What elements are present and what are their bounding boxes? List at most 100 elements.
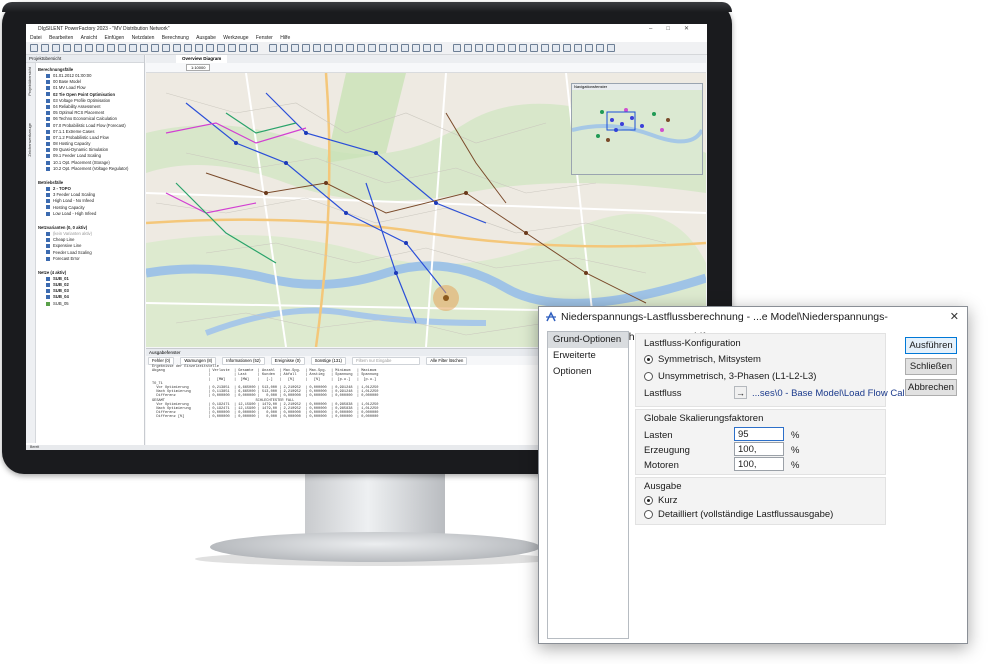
toolbar-icon[interactable]: [206, 44, 214, 52]
menu-item[interactable]: Netzdaten: [132, 35, 155, 41]
cancel-button[interactable]: Abbrechen: [905, 379, 957, 396]
toolbar-icon[interactable]: [475, 44, 483, 52]
toolbar-icon[interactable]: [585, 44, 593, 52]
toolbar-icon[interactable]: [52, 44, 60, 52]
toolbar-icon[interactable]: [335, 44, 343, 52]
toolbar-icon[interactable]: [453, 44, 461, 52]
tree-item-icon: [46, 86, 50, 91]
toolbar-icon[interactable]: [173, 44, 181, 52]
toolbar-icon[interactable]: [74, 44, 82, 52]
toolbar-icon[interactable]: [357, 44, 365, 52]
toolbar-icon[interactable]: [508, 44, 516, 52]
toolbar-icon[interactable]: [368, 44, 376, 52]
motors-scaling-input[interactable]: 100,: [734, 457, 784, 471]
toolbar-icon[interactable]: [324, 44, 332, 52]
filter-other[interactable]: Sonstige (131): [310, 357, 346, 365]
vtab-project[interactable]: Projektübersicht: [27, 67, 34, 96]
menu-item[interactable]: Hilfe: [280, 35, 290, 41]
filter-warnings[interactable]: Warnungen (8): [180, 357, 217, 365]
toolbar-icon[interactable]: [41, 44, 49, 52]
toolbar-icon[interactable]: [530, 44, 538, 52]
toolbar-icon[interactable]: [302, 44, 310, 52]
radio-short-label[interactable]: Kurz: [658, 495, 678, 506]
toolbar-icon[interactable]: [239, 44, 247, 52]
lastfluss-select-button[interactable]: →: [734, 386, 747, 399]
menu-item[interactable]: Datei: [30, 35, 42, 41]
toolbar-icon[interactable]: [346, 44, 354, 52]
toolbar-icon[interactable]: [250, 44, 258, 52]
radio-short[interactable]: [644, 496, 653, 505]
loads-scaling-input[interactable]: 95: [734, 427, 784, 441]
filter-input[interactable]: Filtern nur Eingabe: [352, 357, 421, 365]
toolbar-icon[interactable]: [269, 44, 277, 52]
radio-symmetric-label[interactable]: Symmetrisch, Mitsystem: [658, 354, 761, 365]
menu-item[interactable]: Einfügen: [104, 35, 124, 41]
monitor-neck: [305, 474, 445, 536]
toolbar-icon[interactable]: [519, 44, 527, 52]
menu-item[interactable]: Berechnung: [162, 35, 189, 41]
toolbar-icon[interactable]: [596, 44, 604, 52]
toolbar-icon[interactable]: [541, 44, 549, 52]
tree-item[interactable]: 10.2 Opt. Placement (Voltage Regulator): [38, 166, 142, 172]
menu-item[interactable]: Fenster: [256, 35, 273, 41]
radio-unsymmetric-label[interactable]: Unsymmetrisch, 3-Phasen (L1-L2-L3): [658, 371, 816, 382]
toolbar-icon[interactable]: [497, 44, 505, 52]
status-left: Bereit: [30, 445, 40, 449]
tree-item[interactable]: Low Load - High Infeed: [38, 211, 142, 217]
toolbar-icon[interactable]: [140, 44, 148, 52]
tree-item[interactable]: Forecast Error: [38, 256, 142, 262]
radio-symmetric[interactable]: [644, 355, 653, 364]
navigation-window[interactable]: Navigationsfenster: [571, 83, 704, 175]
close-button[interactable]: Schließen: [905, 358, 957, 375]
toolbar-icon[interactable]: [118, 44, 126, 52]
toolbar-icon[interactable]: [607, 44, 615, 52]
toolbar-icon[interactable]: [423, 44, 431, 52]
toolbar-icon[interactable]: [129, 44, 137, 52]
toolbar-icon[interactable]: [195, 44, 203, 52]
toolbar-icon[interactable]: [563, 44, 571, 52]
window-controls[interactable]: –□✕: [649, 24, 703, 34]
toolbar-icon[interactable]: [107, 44, 115, 52]
toolbar-icon[interactable]: [217, 44, 225, 52]
toolbar-icon[interactable]: [401, 44, 409, 52]
radio-detailed-label[interactable]: Detailliert (vollständige Lastflussausga…: [658, 509, 833, 520]
clear-filters-button[interactable]: Alle Filter löschen: [426, 357, 468, 365]
toolbar-icon[interactable]: [412, 44, 420, 52]
toolbar-icon[interactable]: [434, 44, 442, 52]
toolbar-icon[interactable]: [280, 44, 288, 52]
filter-info[interactable]: Informationen (52): [222, 357, 265, 365]
menu-item[interactable]: Werkzeuge: [223, 35, 248, 41]
toolbar-icon[interactable]: [85, 44, 93, 52]
toolbar-icon[interactable]: [464, 44, 472, 52]
toolbar-icon[interactable]: [379, 44, 387, 52]
toolbar-icon[interactable]: [390, 44, 398, 52]
menu-item[interactable]: Ausgabe: [196, 35, 216, 41]
close-icon[interactable]: ✕: [950, 307, 959, 327]
radio-detailed[interactable]: [644, 510, 653, 519]
nav-basic-options[interactable]: Grund-Optionen: [548, 332, 628, 348]
tree-item[interactable]: SUB_05: [38, 301, 142, 307]
toolbar-icon[interactable]: [552, 44, 560, 52]
toolbar-icon[interactable]: [291, 44, 299, 52]
menu-item[interactable]: Ansicht: [81, 35, 97, 41]
zoom-select[interactable]: 1:10000: [186, 64, 211, 71]
vtab-drawing-tools[interactable]: Zeichenwerkzeuge: [27, 123, 34, 157]
toolbar-icon[interactable]: [313, 44, 321, 52]
filter-events[interactable]: Ereignisse (0): [270, 357, 305, 365]
toolbar-icon[interactable]: [184, 44, 192, 52]
toolbar-icon[interactable]: [30, 44, 38, 52]
run-button[interactable]: Ausführen: [905, 337, 957, 354]
radio-unsymmetric[interactable]: [644, 372, 653, 381]
toolbar-icon[interactable]: [486, 44, 494, 52]
toolbar-icon[interactable]: [162, 44, 170, 52]
generation-scaling-input[interactable]: 100,: [734, 442, 784, 456]
toolbar-icon[interactable]: [151, 44, 159, 52]
menu-item[interactable]: Bearbeiten: [49, 35, 73, 41]
toolbar-icon[interactable]: [96, 44, 104, 52]
nav-advanced-options[interactable]: Erweiterte Optionen: [548, 348, 628, 377]
toolbar-icon[interactable]: [574, 44, 582, 52]
filter-errors[interactable]: Fehler (0): [148, 357, 175, 365]
toolbar-icon[interactable]: [228, 44, 236, 52]
toolbar-icon[interactable]: [63, 44, 71, 52]
tab-overview-diagram[interactable]: Overview Diagram: [176, 55, 228, 63]
